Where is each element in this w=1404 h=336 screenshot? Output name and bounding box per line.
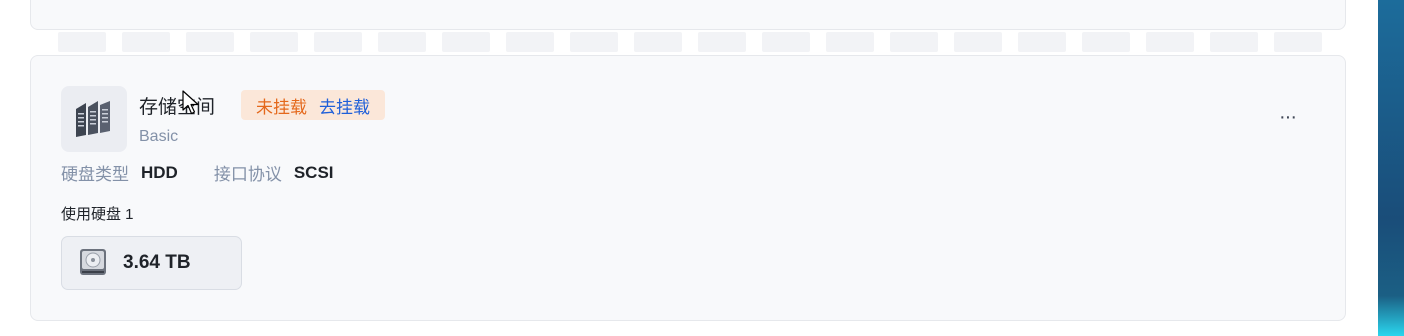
mount-status-text: 未挂载 bbox=[256, 97, 307, 117]
storage-pool-title: 存储空间 bbox=[139, 97, 216, 118]
disk-array-icon bbox=[61, 86, 127, 152]
disk-chip[interactable]: 3.64 TB bbox=[61, 236, 242, 290]
used-disks-label: 使用硬盘 1 bbox=[61, 206, 134, 223]
storage-specs: 硬盘类型 HDD 接口协议 SCSI bbox=[61, 160, 334, 185]
protocol-value: SCSI bbox=[293, 162, 334, 182]
mount-status-badge: 未挂载 去挂载 bbox=[241, 90, 385, 120]
disk-type-label: 硬盘类型 bbox=[61, 165, 129, 184]
protocol-label: 接口协议 bbox=[213, 165, 282, 184]
previous-storage-card bbox=[30, 0, 1346, 30]
mouse-cursor-icon bbox=[182, 90, 199, 115]
disk-type-value: HDD bbox=[141, 162, 178, 182]
mount-link[interactable]: 去挂载 bbox=[319, 93, 370, 118]
disk-size: 3.64 TB bbox=[123, 252, 191, 273]
storage-pool-card: 存储空间 未挂载 去挂载 Basic 硬盘类型 HDD 接口协议 SCSI 使用… bbox=[30, 55, 1346, 321]
raid-type-label: Basic bbox=[139, 128, 179, 145]
more-icon[interactable]: ··· bbox=[1279, 106, 1297, 129]
hard-drive-icon bbox=[80, 249, 106, 275]
loading-placeholder-strip bbox=[58, 32, 1322, 52]
desktop-background-edge bbox=[1378, 0, 1404, 336]
